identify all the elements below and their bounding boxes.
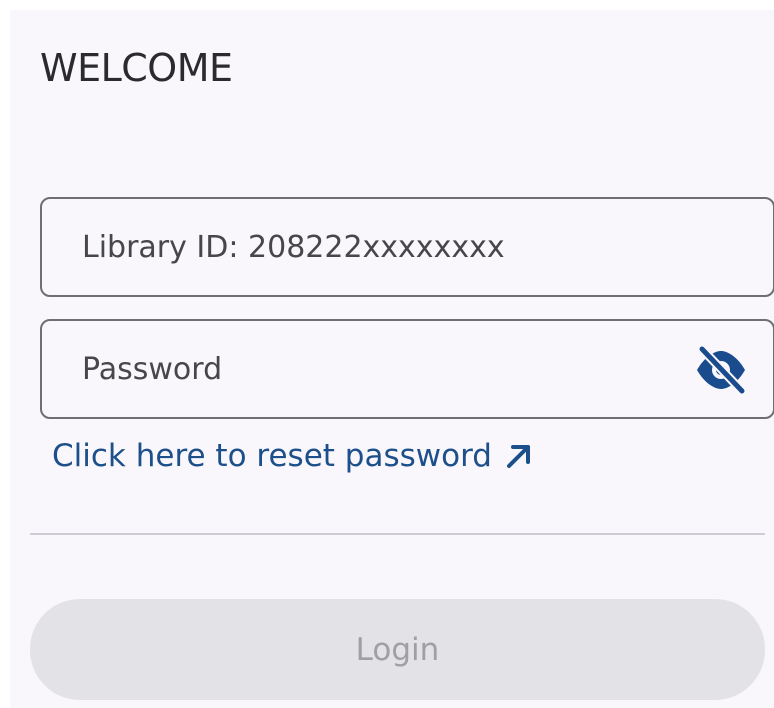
password-input[interactable] <box>40 319 774 419</box>
toggle-password-visibility-button[interactable] <box>693 344 749 398</box>
login-button[interactable]: Login <box>30 599 765 700</box>
divider <box>30 533 765 535</box>
arrow-up-right-icon <box>506 443 532 469</box>
page-title: WELCOME <box>40 46 233 90</box>
library-id-input[interactable] <box>40 197 774 297</box>
password-field-group <box>40 319 774 419</box>
reset-password-label: Click here to reset password <box>52 438 492 474</box>
reset-password-link[interactable]: Click here to reset password <box>52 432 532 480</box>
eye-off-icon <box>693 344 749 398</box>
